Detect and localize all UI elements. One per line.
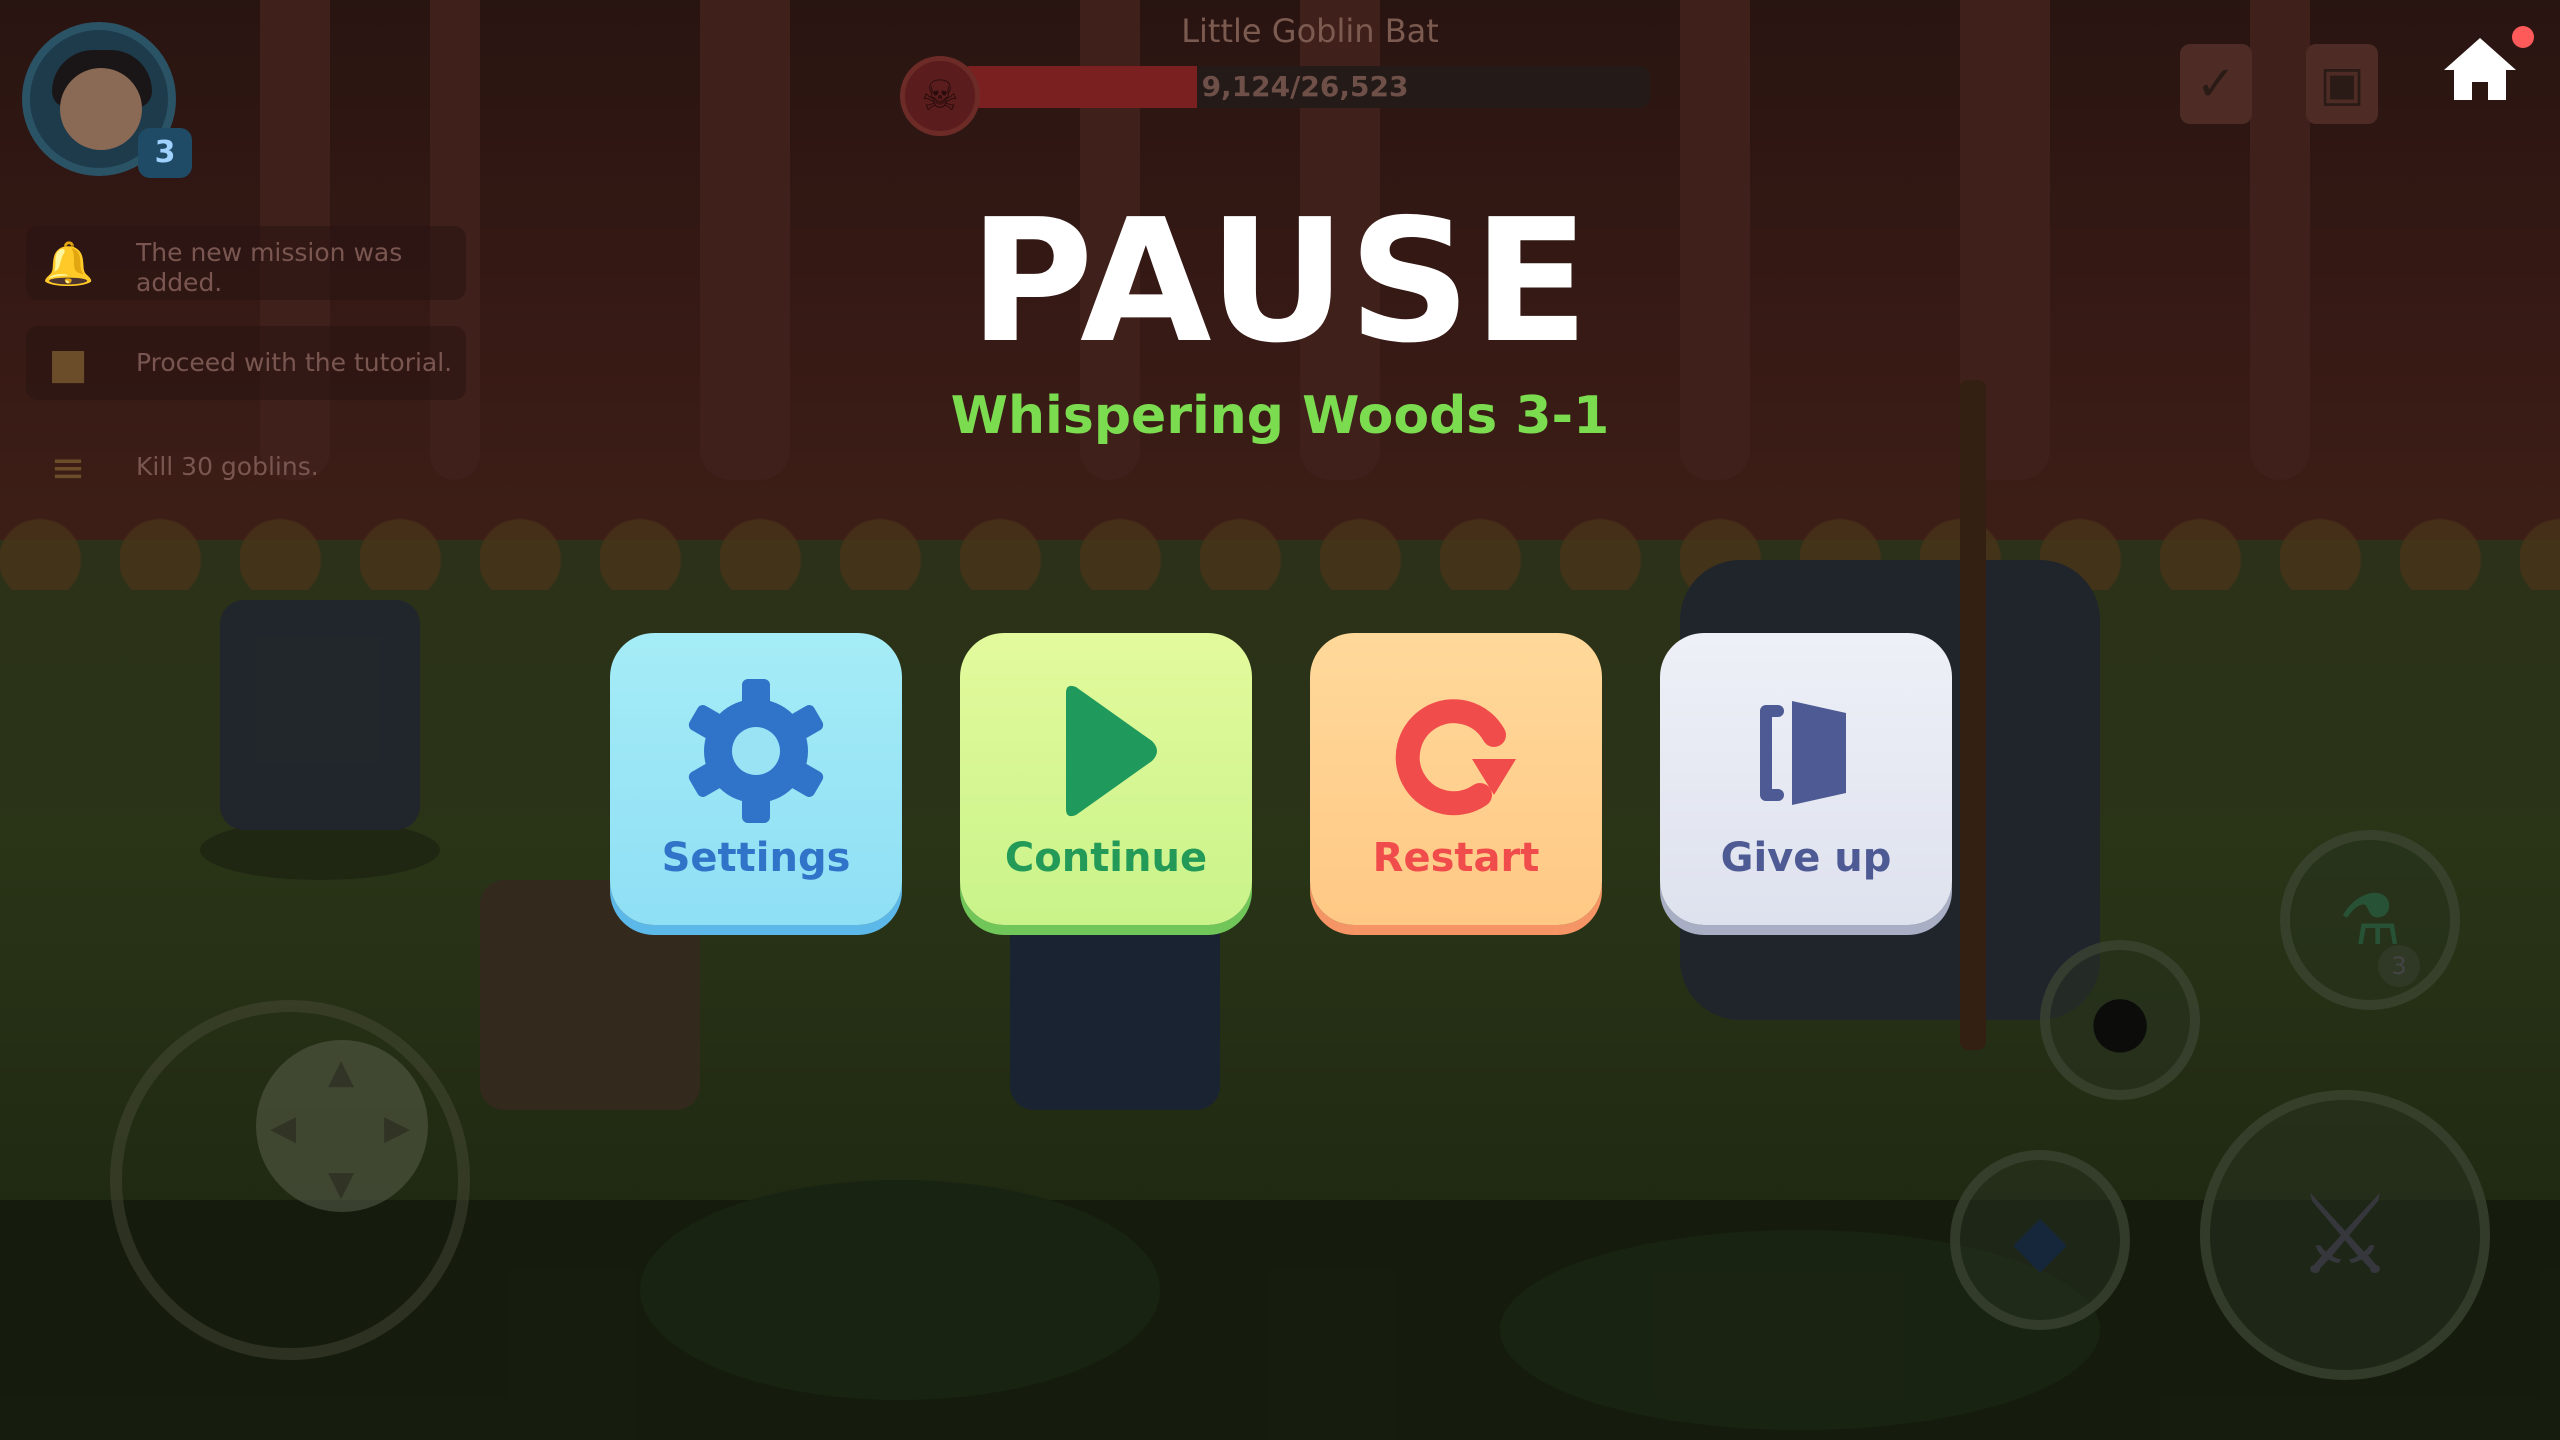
restart-button[interactable]: Restart [1310,633,1602,925]
shield-icon: ◆ [2013,1199,2067,1281]
boss-name: Little Goblin Bat [1181,12,1439,50]
play-icon [1066,685,1157,817]
continue-button[interactable]: Continue [960,633,1252,925]
restart-label: Restart [1372,835,1540,881]
home-icon [2444,38,2516,100]
boss-hp-text: 9,124/26,523 [1201,70,1409,103]
player-level-badge: 3 [138,128,192,178]
bomb-skill-button[interactable]: ● [2040,940,2200,1100]
mission-text: Kill 30 goblins. [136,452,319,481]
bomb-icon: ● [2089,979,2151,1061]
sword-icon: ⚔ [2295,1171,2395,1299]
arrow-left-icon: ◀ [270,1108,297,1148]
clipboard-check-icon[interactable]: ✓ [2180,44,2252,124]
attack-button[interactable]: ⚔ [2200,1090,2490,1380]
skull-icon: ☠ [900,56,980,136]
settings-button[interactable]: Settings [610,633,902,925]
scroll-icon: ≡ [50,443,86,492]
exit-door-icon [1760,701,1846,805]
arrow-down-icon: ▼ [328,1164,355,1204]
restart-icon [1395,699,1516,816]
continue-label: Continue [1004,835,1208,881]
stage-name: Whispering Woods 3-1 [950,386,1610,446]
arrow-up-icon: ▲ [328,1052,355,1092]
gear-icon [688,679,824,823]
give-up-label: Give up [1720,835,1892,881]
potion-count: 3 [2378,945,2420,987]
notification-dot [2512,26,2534,48]
shield-skill-button[interactable]: ◆ [1950,1150,2130,1330]
backpack-icon[interactable]: ▣ [2306,44,2378,124]
avatar-face [60,68,142,150]
give-up-button[interactable]: Give up [1660,633,1952,925]
potion-icon: ⚗ [2338,879,2402,961]
arrow-right-icon: ▶ [384,1108,411,1148]
pause-title: PAUSE [969,183,1591,381]
settings-label: Settings [661,835,851,881]
potion-skill-button[interactable]: ⚗ [2280,830,2460,1010]
home-button[interactable] [2440,30,2520,110]
